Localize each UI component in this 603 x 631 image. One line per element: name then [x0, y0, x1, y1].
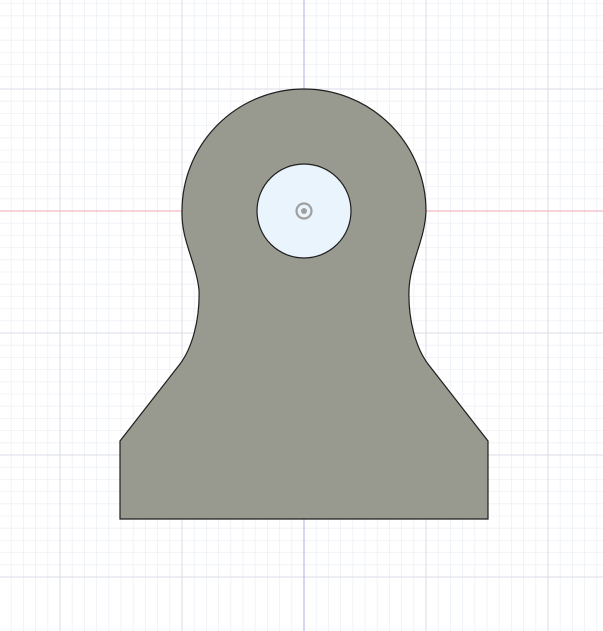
bracket-profile[interactable] — [119, 88, 489, 520]
sketch-canvas[interactable] — [0, 0, 603, 631]
sketch-viewport[interactable] — [0, 0, 603, 631]
